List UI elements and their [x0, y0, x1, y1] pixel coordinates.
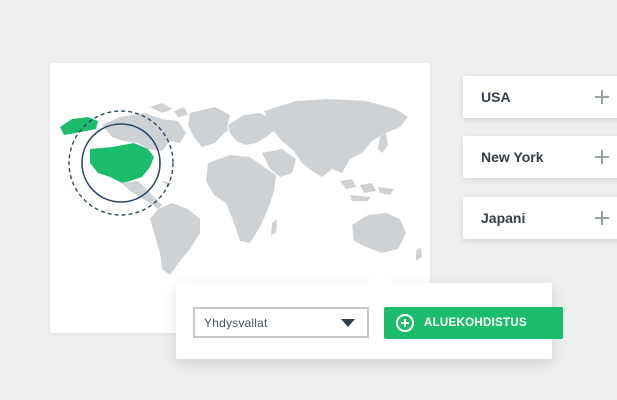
- madagascar: [271, 219, 277, 235]
- region-item-label: USA: [481, 89, 511, 105]
- africa: [206, 155, 276, 243]
- region-item-label: New York: [481, 149, 544, 165]
- australia: [352, 213, 406, 253]
- arctic-islands: [150, 103, 188, 117]
- region-item-usa[interactable]: USA: [463, 76, 617, 118]
- plus-icon[interactable]: [595, 211, 609, 225]
- plus-icon[interactable]: [595, 90, 609, 104]
- plus-icon[interactable]: [595, 150, 609, 164]
- southeast-asia: [340, 179, 394, 201]
- land-masses: [102, 99, 422, 275]
- country-select-value: Yhdysvallat: [204, 315, 268, 330]
- plus-circle-icon: [396, 314, 414, 332]
- region-item-label: Japani: [481, 210, 526, 226]
- south-america: [150, 203, 200, 275]
- caret-down-icon[interactable]: [341, 318, 355, 327]
- alaska: [60, 117, 98, 135]
- targeting-panel: Yhdysvallat ALUEKOHDISTUS: [176, 271, 563, 359]
- region-targeting-button-label: ALUEKOHDISTUS: [424, 317, 527, 329]
- region-item-japan[interactable]: Japani: [463, 197, 617, 239]
- region-item-new-york[interactable]: New York: [463, 136, 617, 178]
- usa-mainland: [90, 143, 154, 183]
- panel-pointer: [368, 271, 392, 283]
- new-zealand: [416, 247, 422, 261]
- country-select[interactable]: Yhdysvallat: [193, 307, 369, 338]
- region-targeting-button[interactable]: ALUEKOHDISTUS: [384, 307, 563, 339]
